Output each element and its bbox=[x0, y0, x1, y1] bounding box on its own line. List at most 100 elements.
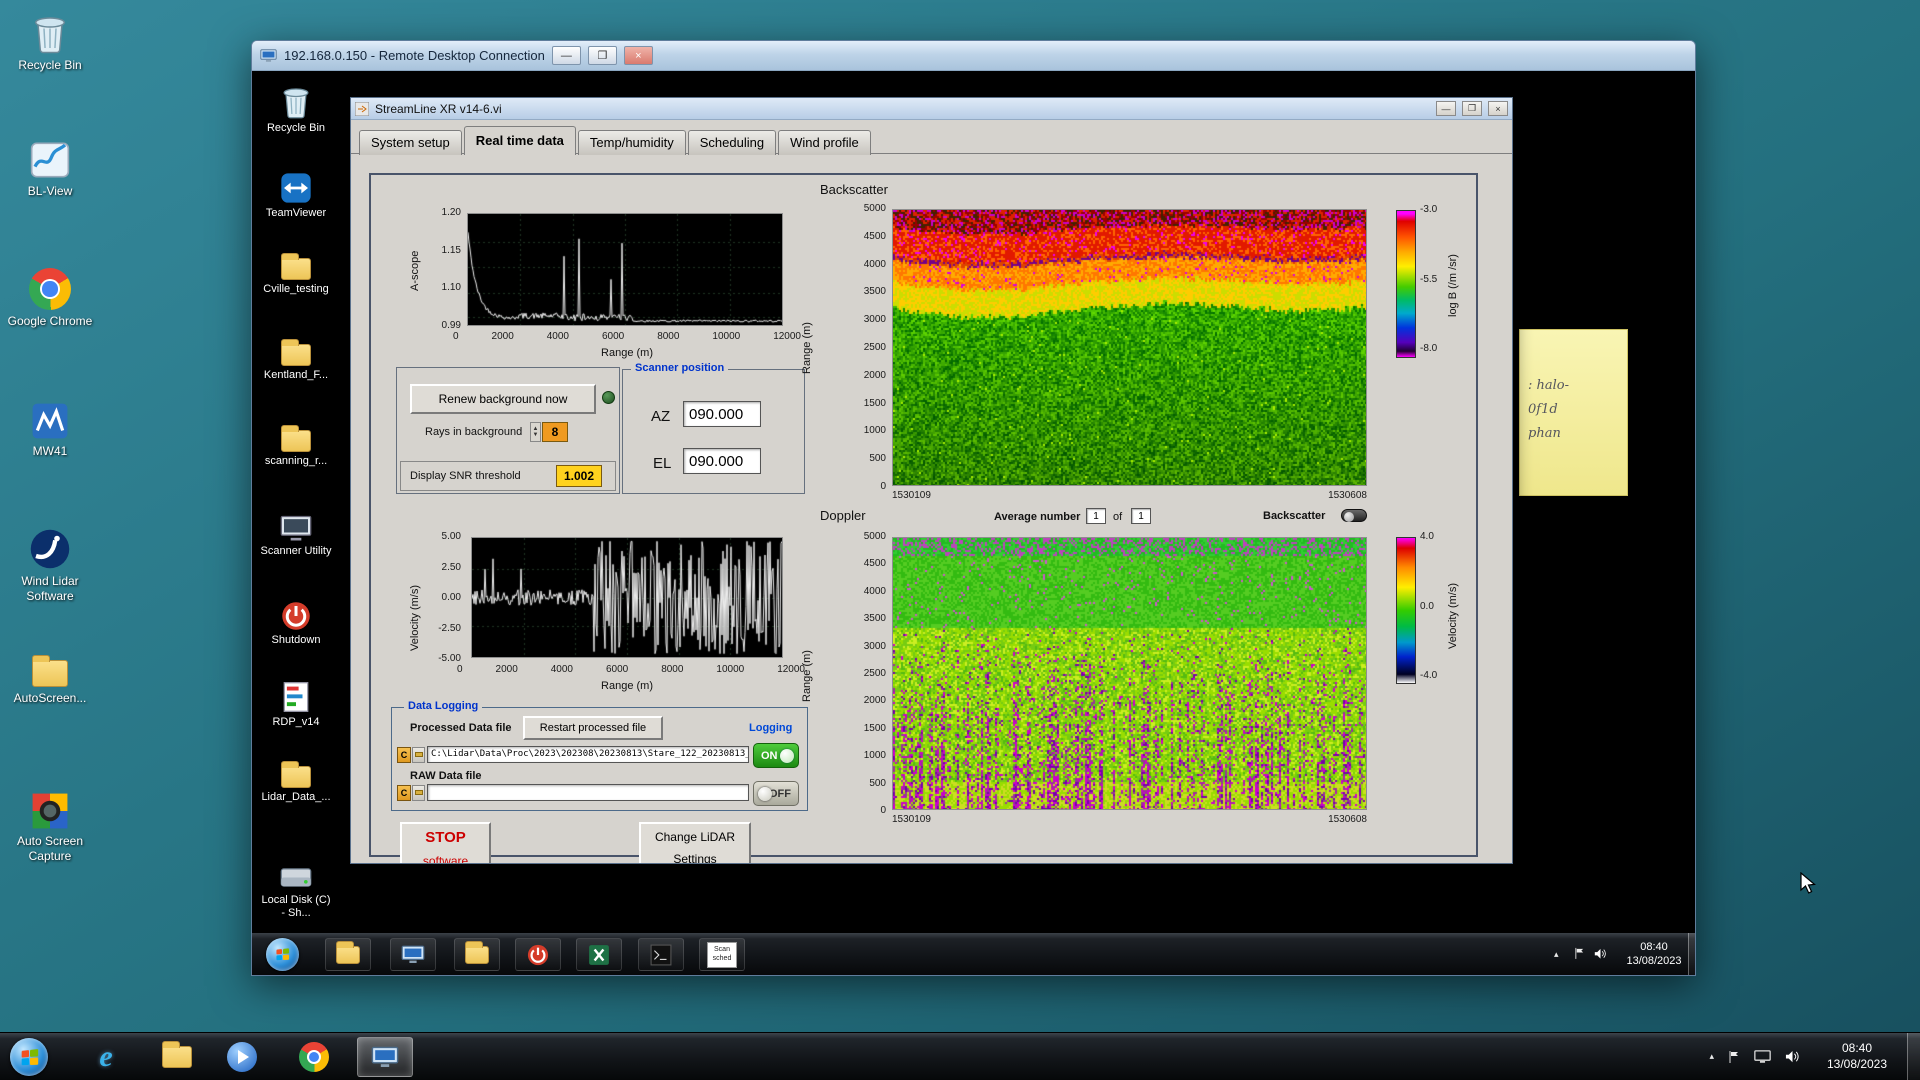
drive-select[interactable]: C bbox=[397, 746, 411, 763]
scanner-utility-icon bbox=[280, 515, 312, 541]
restart-processed-file-button[interactable]: Restart processed file bbox=[523, 716, 663, 740]
minimize-button[interactable]: — bbox=[551, 46, 581, 65]
tab-scheduling[interactable]: Scheduling bbox=[687, 130, 777, 155]
az-field[interactable]: 090.000 bbox=[683, 401, 761, 427]
remote-icon-cville-testing[interactable]: Cville_testing bbox=[260, 253, 332, 296]
raw-path-row: C bbox=[397, 784, 749, 801]
local-disk-icon bbox=[280, 868, 312, 887]
remote-show-desktop-button[interactable] bbox=[1688, 933, 1695, 975]
action-center-flag-icon[interactable] bbox=[1574, 947, 1585, 960]
tick-label: 2000 bbox=[491, 331, 514, 342]
raw-path-field[interactable] bbox=[427, 784, 749, 801]
desktop-icon-mw41[interactable]: MW41 bbox=[6, 402, 94, 459]
remote-taskbar-terminal[interactable] bbox=[638, 938, 684, 971]
close-button[interactable]: × bbox=[623, 46, 653, 65]
sticky-note: : halo- 0f1d phan bbox=[1519, 329, 1628, 496]
scan-label-2: sched bbox=[712, 954, 732, 962]
taskbar-media-player[interactable] bbox=[214, 1037, 270, 1077]
change-lidar-settings-button[interactable]: Change LiDAR Settings bbox=[639, 822, 751, 863]
remote-icon-kentland[interactable]: Kentland_F... bbox=[260, 339, 332, 382]
remote-icon-shutdown[interactable]: Shutdown bbox=[260, 601, 332, 647]
remote-icon-lidar-data[interactable]: Lidar_Data_... bbox=[260, 761, 332, 804]
volume-icon[interactable] bbox=[1785, 1050, 1800, 1063]
taskbar-remote-desktop[interactable] bbox=[357, 1037, 413, 1077]
remote-taskbar-app-window[interactable] bbox=[390, 938, 436, 971]
desktop-icon-google-chrome[interactable]: Google Chrome bbox=[6, 268, 94, 329]
remote-icon-label: Kentland_F... bbox=[263, 369, 329, 381]
tab-real-time-data[interactable]: Real time data bbox=[463, 126, 576, 155]
tick-label: -2.50 bbox=[438, 622, 461, 634]
scan-label-1: Scan bbox=[714, 946, 730, 954]
labview-vi-icon bbox=[355, 101, 369, 116]
backscatter-y-ticks: 5000 4500 4000 3500 3000 2500 2000 1500 1000 500 0 bbox=[840, 203, 886, 492]
remote-icon-recycle-bin[interactable]: Recycle Bin bbox=[260, 84, 332, 135]
maximize-button[interactable]: ❐ bbox=[587, 46, 617, 65]
raw-logging-toggle[interactable]: OFF bbox=[753, 781, 799, 806]
host-desktop: { "host": { "desktop_icons": [ {"label":… bbox=[0, 0, 1920, 1080]
tray-expand-icon[interactable]: ▴ bbox=[1709, 1051, 1714, 1062]
minimize-button[interactable]: — bbox=[1436, 101, 1456, 116]
remote-taskbar: Scan sched ▴ 08:40 13/08/2023 bbox=[252, 932, 1695, 975]
remote-clock[interactable]: 08:40 13/08/2023 bbox=[1620, 933, 1688, 975]
folder-icon bbox=[32, 655, 68, 687]
desktop-icon-bl-view[interactable]: BL-View bbox=[6, 140, 94, 199]
tick-label: 4.0 bbox=[1420, 531, 1434, 542]
recycle-bin-icon bbox=[283, 88, 309, 119]
show-desktop-button[interactable] bbox=[1907, 1033, 1920, 1080]
volume-icon[interactable] bbox=[1594, 948, 1607, 959]
scan-scheduler-icon: Scan sched bbox=[707, 941, 737, 968]
tick-label: 0.0 bbox=[1420, 600, 1434, 612]
taskbar-chrome[interactable] bbox=[286, 1037, 342, 1077]
el-field[interactable]: 090.000 bbox=[683, 448, 761, 474]
windows-flag-icon bbox=[21, 1048, 38, 1065]
network-icon[interactable] bbox=[1754, 1049, 1771, 1064]
taskbar-explorer[interactable] bbox=[149, 1037, 205, 1077]
velocity-x-ticks: 0 2000 4000 6000 8000 10000 12000 bbox=[457, 664, 805, 675]
desktop-icon-recycle-bin[interactable]: Recycle Bin bbox=[6, 12, 94, 73]
stop-software-button[interactable]: STOP software bbox=[400, 822, 491, 863]
drive-select[interactable]: C bbox=[397, 784, 411, 801]
taskbar-internet-explorer[interactable]: e bbox=[78, 1037, 134, 1077]
processed-path-field[interactable]: C:\Lidar\Data\Proc\2023\202308\20230813\… bbox=[427, 746, 749, 763]
desktop-icon-autoscreen[interactable]: AutoScreen... bbox=[6, 655, 94, 706]
tick-label: 3000 bbox=[863, 314, 886, 326]
renew-background-button[interactable]: Renew background now bbox=[410, 384, 596, 414]
tick-label: 1000 bbox=[863, 750, 886, 762]
desktop-icon-auto-screen-capture[interactable]: Auto Screen Capture bbox=[6, 792, 94, 864]
tab-strip: System setup Real time data Temp/humidit… bbox=[359, 126, 873, 155]
tab-wind-profile[interactable]: Wind profile bbox=[778, 130, 871, 155]
snr-threshold-value[interactable]: 1.002 bbox=[556, 465, 602, 487]
remote-start-button[interactable] bbox=[266, 938, 299, 971]
start-button[interactable] bbox=[10, 1038, 48, 1076]
average-number-field[interactable]: 1 bbox=[1086, 508, 1106, 524]
tab-temp-humidity[interactable]: Temp/humidity bbox=[577, 130, 686, 155]
average-of-field[interactable]: 1 bbox=[1131, 508, 1151, 524]
remote-taskbar-explorer[interactable] bbox=[325, 938, 371, 971]
remote-icon-local-disk[interactable]: Local Disk (C) - Sh... bbox=[260, 864, 332, 920]
tray-expand-icon[interactable]: ▴ bbox=[1554, 949, 1559, 960]
action-center-flag-icon[interactable] bbox=[1728, 1050, 1740, 1064]
remote-taskbar-scan-scheduler[interactable]: Scan sched bbox=[699, 938, 745, 971]
remote-icon-rdp-v14[interactable]: RDP_v14 bbox=[260, 681, 332, 729]
browse-icon[interactable] bbox=[412, 784, 425, 801]
renew-status-led[interactable] bbox=[602, 391, 615, 404]
doppler-backscatter-toggle[interactable] bbox=[1341, 509, 1367, 522]
remote-taskbar-spreadsheet[interactable] bbox=[576, 938, 622, 971]
remote-icon-teamviewer[interactable]: TeamViewer bbox=[260, 172, 332, 220]
remote-taskbar-folder[interactable] bbox=[454, 938, 500, 971]
remote-icon-scanner-utility[interactable]: Scanner Utility bbox=[260, 515, 332, 558]
remote-icon-scanning[interactable]: scanning_r... bbox=[260, 425, 332, 468]
rays-value[interactable]: 8 bbox=[542, 422, 568, 442]
desktop-icon-wind-lidar[interactable]: Wind Lidar Software bbox=[6, 528, 94, 604]
tab-system-setup[interactable]: System setup bbox=[359, 130, 462, 155]
processed-logging-toggle[interactable]: ON bbox=[753, 743, 799, 768]
rdp-titlebar[interactable]: 192.168.0.150 - Remote Desktop Connectio… bbox=[252, 41, 1695, 71]
app-titlebar[interactable]: StreamLine XR v14-6.vi — ❐ × bbox=[351, 98, 1512, 120]
browse-icon[interactable] bbox=[412, 746, 425, 763]
close-button[interactable]: × bbox=[1488, 101, 1508, 116]
maximize-button[interactable]: ❐ bbox=[1462, 101, 1482, 116]
rays-spinner[interactable]: ▲ ▼ bbox=[530, 422, 541, 442]
host-clock[interactable]: 08:40 13/08/2023 bbox=[1812, 1033, 1902, 1080]
remote-taskbar-shutdown[interactable] bbox=[515, 938, 561, 971]
folder-icon bbox=[281, 425, 311, 452]
